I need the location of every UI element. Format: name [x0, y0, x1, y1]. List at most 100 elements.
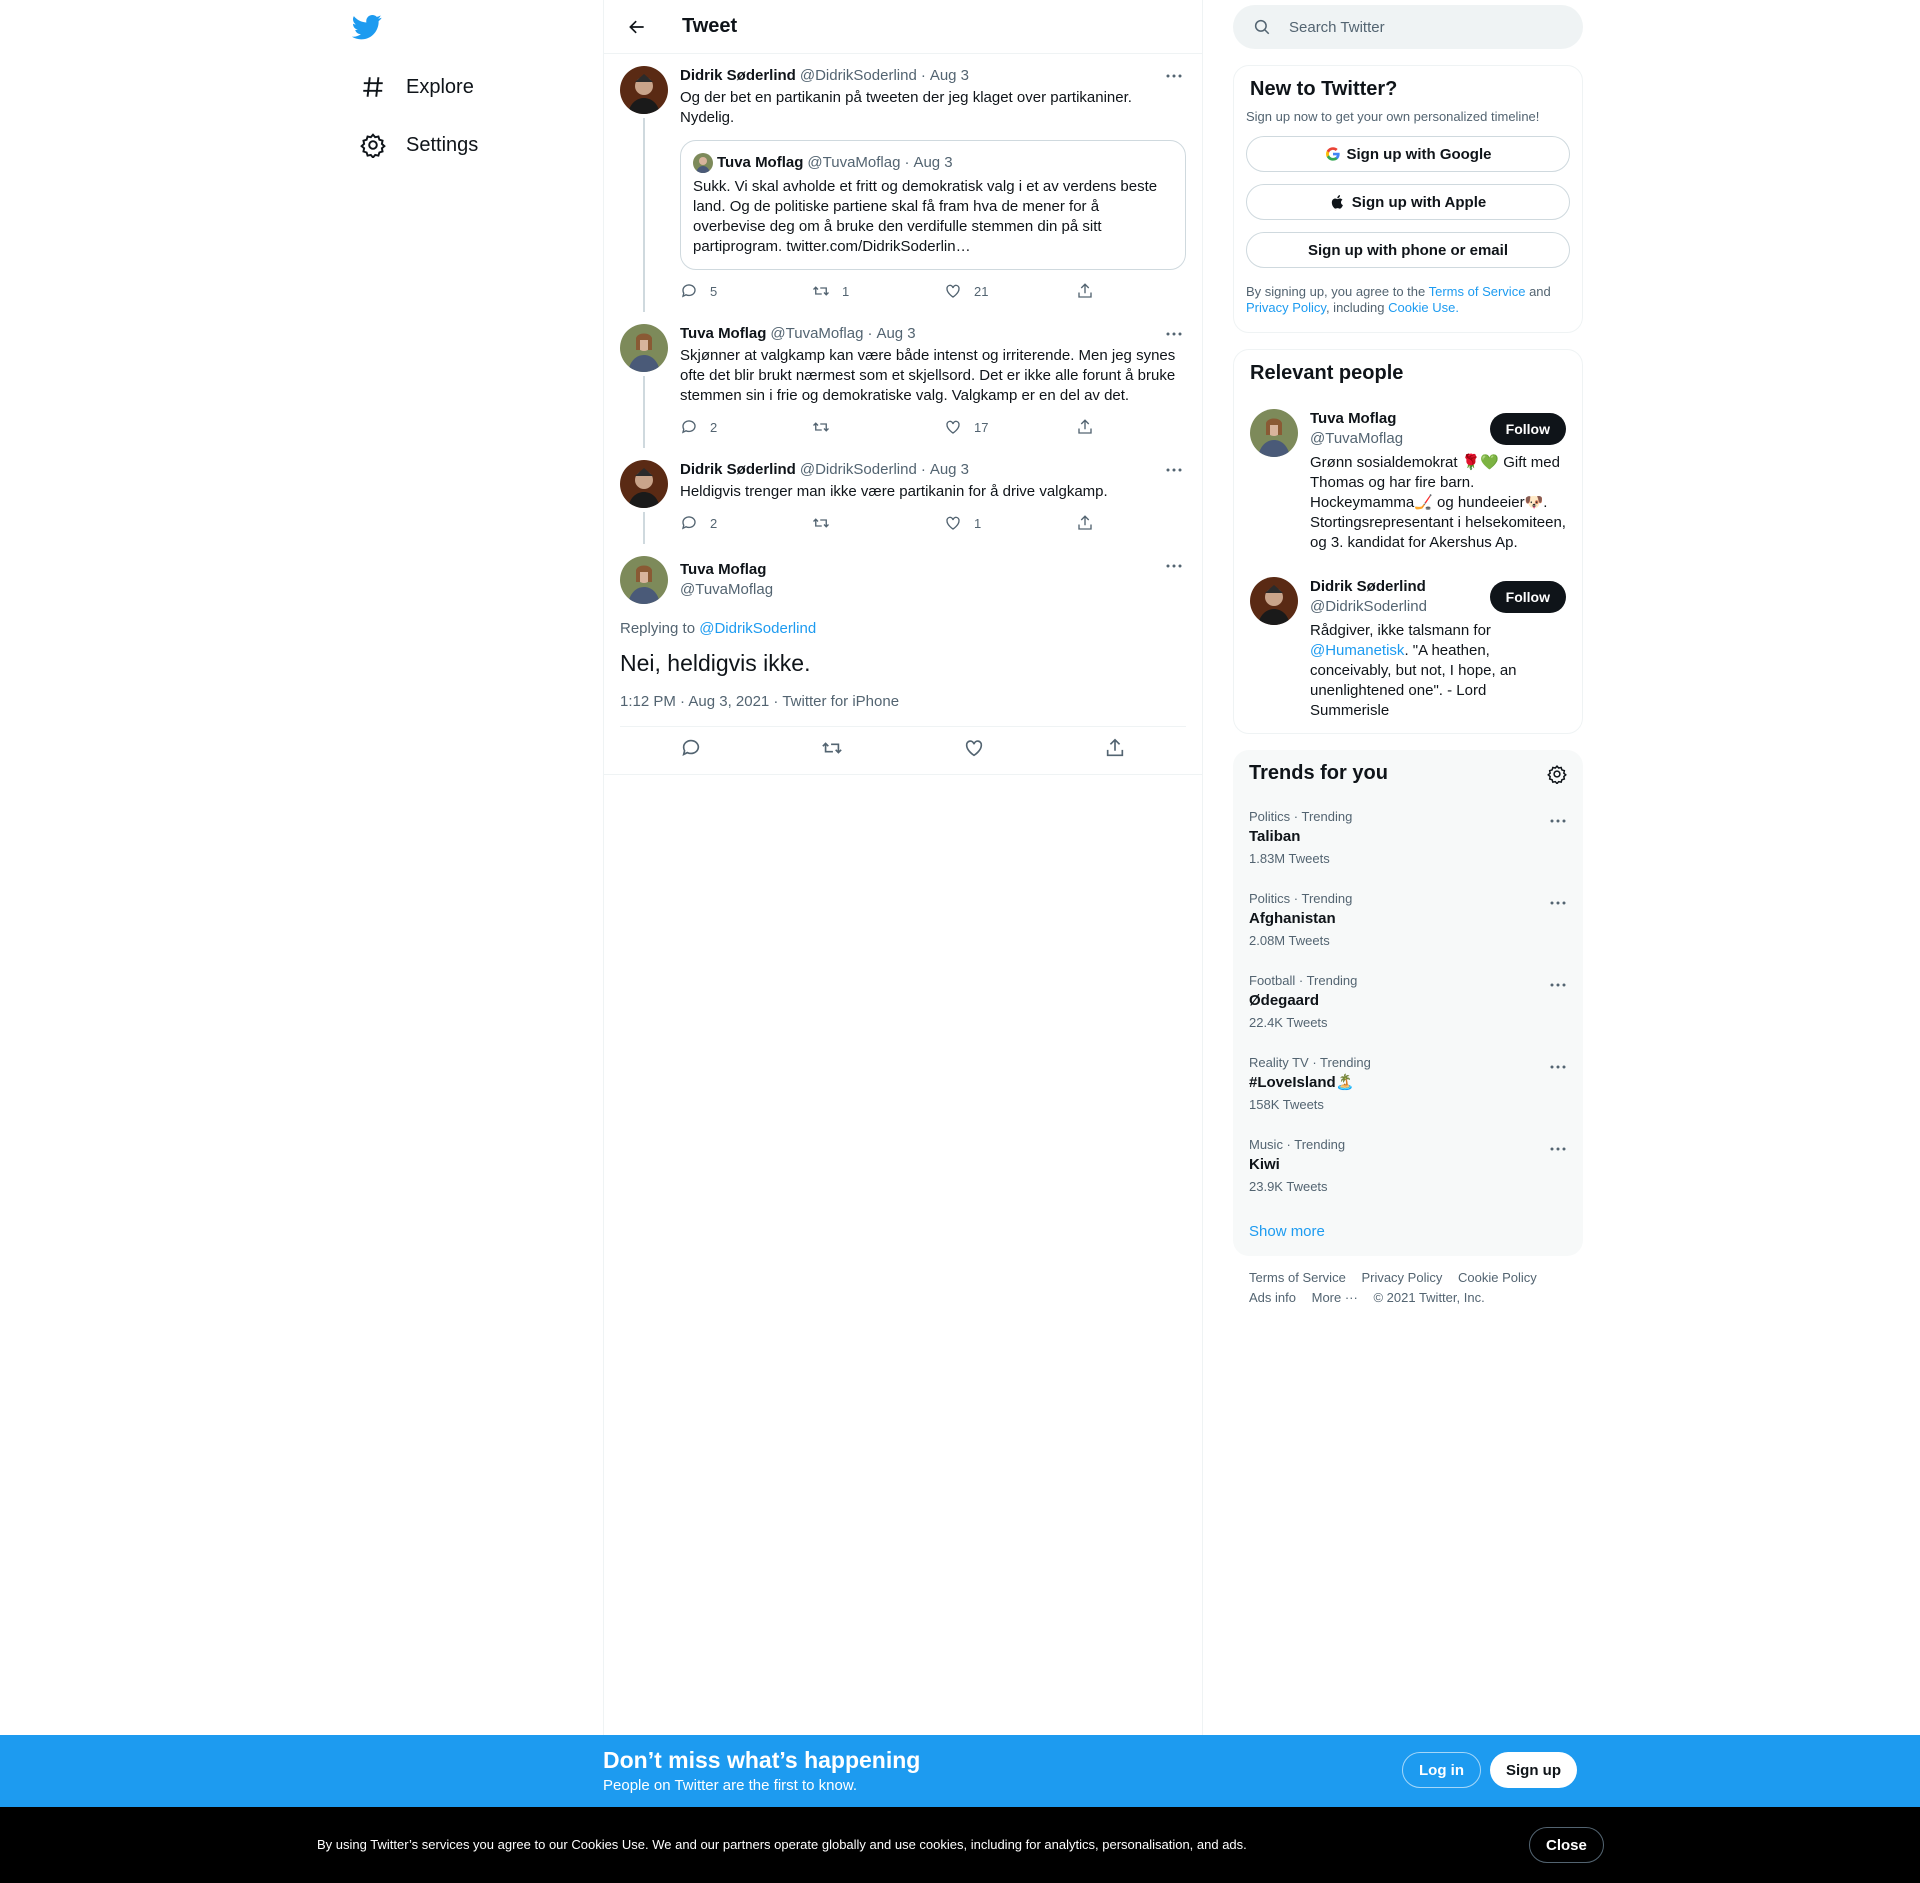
author-handle[interactable]: @DidrikSoderlind [800, 460, 917, 480]
author-handle[interactable]: @TuvaMoflag [680, 580, 773, 600]
footer-ads-link[interactable]: Ads info [1249, 1290, 1296, 1305]
back-button[interactable] [620, 10, 654, 44]
retweet-button[interactable] [812, 514, 944, 532]
like-button[interactable] [963, 737, 985, 764]
reply-button[interactable]: 2 [680, 514, 812, 532]
more-options-button[interactable] [1549, 893, 1567, 911]
cookie-link[interactable]: Cookie Use. [1388, 300, 1459, 315]
thread-tweet[interactable]: Didrik Søderlind @DidrikSoderlind · Aug … [604, 54, 1202, 312]
signup-subtitle: Sign up now to get your own personalized… [1246, 109, 1540, 124]
privacy-link[interactable]: Privacy Policy [1246, 300, 1326, 315]
signup-phone-button[interactable]: Sign up with phone or email [1246, 232, 1570, 268]
reply-icon [681, 420, 696, 434]
tweet-date[interactable]: Aug 3 [876, 324, 915, 344]
thread-tweet[interactable]: Didrik Søderlind @DidrikSoderlind · Aug … [604, 448, 1202, 544]
signup-google-button[interactable]: Sign up with Google [1246, 136, 1570, 172]
more-options-button[interactable] [1549, 975, 1567, 993]
thread-tweet[interactable]: Tuva Moflag @TuvaMoflag · Aug 3 Skjønner… [604, 312, 1202, 448]
tweet-date[interactable]: Aug 3 [930, 460, 969, 480]
nav-explore[interactable]: Explore [350, 62, 484, 112]
search-box[interactable] [1233, 5, 1583, 49]
terms-link[interactable]: Terms of Service [1429, 284, 1526, 299]
reply-icon [681, 516, 696, 530]
avatar[interactable] [620, 460, 668, 508]
share-button[interactable] [1076, 514, 1106, 532]
author-name[interactable]: Tuva Moflag [680, 324, 766, 344]
ellipsis-icon [1550, 1065, 1566, 1069]
follow-button[interactable]: Follow [1489, 581, 1566, 613]
relevant-people-card: Relevant people Tuva Moflag @TuvaMoflag … [1233, 349, 1583, 734]
replying-to-link[interactable]: @DidrikSoderlind [699, 620, 816, 637]
more-options-button[interactable] [1162, 556, 1186, 576]
reply-button[interactable]: 5 [680, 282, 812, 300]
login-button[interactable]: Log in [1402, 1752, 1481, 1788]
person-item[interactable]: Didrik Søderlind @DidrikSoderlind Rådgiv… [1234, 565, 1582, 733]
avatar[interactable] [620, 556, 668, 604]
separator-dot: · [904, 154, 910, 171]
avatar[interactable] [620, 324, 668, 372]
trend-item[interactable]: Music · Trending Kiwi 23.9K Tweets [1233, 1125, 1583, 1207]
share-button[interactable] [1104, 737, 1126, 764]
twitter-logo-icon[interactable] [351, 12, 382, 42]
avatar[interactable] [1250, 409, 1298, 457]
trend-item[interactable]: Football · Trending Ødegaard 22.4K Tweets [1233, 961, 1583, 1043]
signup-phone-label: Sign up with phone or email [1307, 241, 1508, 259]
replying-to: Replying to @DidrikSoderlind [620, 620, 1186, 637]
show-more-link[interactable]: Show more [1233, 1207, 1583, 1256]
author-name[interactable]: Didrik Søderlind [680, 460, 796, 480]
tweet-timestamp[interactable]: 1:12 PM · Aug 3, 2021 · Twitter for iPho… [620, 693, 1186, 727]
follow-button[interactable]: Follow [1489, 413, 1566, 445]
signup-button[interactable]: Sign up [1490, 1752, 1577, 1788]
share-button[interactable] [1076, 282, 1106, 300]
heart-icon [946, 284, 960, 298]
footer-privacy-link[interactable]: Privacy Policy [1361, 1270, 1442, 1285]
bio-mention-link[interactable]: @Humanetisk [1310, 642, 1404, 659]
footer-cookie-link[interactable]: Cookie Policy [1458, 1270, 1537, 1285]
terms-text: and [1529, 284, 1551, 299]
reply-button[interactable]: 2 [680, 418, 812, 436]
trend-item[interactable]: Politics · Trending Taliban 1.83M Tweets [1233, 797, 1583, 879]
more-options-button[interactable] [1162, 324, 1186, 344]
ellipsis-icon [1166, 74, 1182, 78]
footer-more-link[interactable]: More ··· [1312, 1290, 1358, 1305]
more-options-button[interactable] [1162, 66, 1186, 86]
signup-apple-button[interactable]: Sign up with Apple [1246, 184, 1570, 220]
tweet-date[interactable]: Aug 3 [930, 66, 969, 86]
more-options-button[interactable] [1549, 811, 1567, 829]
avatar[interactable] [620, 66, 668, 114]
trend-category: Politics · Trending [1249, 809, 1353, 824]
quoted-tweet[interactable]: Tuva Moflag @TuvaMoflag · Aug 3 Sukk. Vi… [680, 140, 1186, 270]
author-name[interactable]: Didrik Søderlind [680, 66, 796, 86]
like-button[interactable]: 1 [944, 514, 1076, 532]
author-name[interactable]: Tuva Moflag [680, 560, 773, 580]
retweet-button[interactable] [821, 737, 843, 764]
relevant-people-title: Relevant people [1250, 362, 1404, 384]
author-handle[interactable]: @DidrikSoderlind [800, 66, 917, 86]
share-icon [1107, 738, 1124, 757]
more-options-button[interactable] [1162, 460, 1186, 480]
trend-item[interactable]: Reality TV · Trending #LoveIsland🏝️ 158K T… [1233, 1043, 1583, 1125]
tweet-text: Og der bet en partikanin på tweeten der … [680, 89, 1132, 126]
avatar[interactable] [1250, 577, 1298, 625]
cookie-close-button[interactable]: Close [1529, 1827, 1604, 1863]
share-button[interactable] [1076, 418, 1106, 436]
nav-settings[interactable]: Settings [350, 120, 488, 170]
like-button[interactable]: 21 [944, 282, 1076, 300]
more-options-button[interactable] [1549, 1139, 1567, 1157]
footer-links: Terms of Service Privacy Policy Cookie P… [1233, 1256, 1583, 1320]
trend-name: Ødegaard [1249, 992, 1320, 1009]
author-handle[interactable]: @TuvaMoflag [770, 324, 863, 344]
nav-settings-label: Settings [406, 133, 479, 156]
ellipsis-icon [1550, 819, 1566, 823]
trend-item[interactable]: Politics · Trending Afghanistan 2.08M Twee… [1233, 879, 1583, 961]
more-options-button[interactable] [1549, 1057, 1567, 1075]
search-input[interactable] [1289, 18, 1539, 36]
gear-icon[interactable] [1547, 764, 1567, 784]
thread-connector [643, 118, 645, 312]
retweet-button[interactable]: 1 [812, 282, 944, 300]
footer-terms-link[interactable]: Terms of Service [1249, 1270, 1346, 1285]
person-item[interactable]: Tuva Moflag @TuvaMoflag Grønn sosialdemo… [1234, 397, 1582, 565]
reply-button[interactable] [680, 737, 702, 764]
like-button[interactable]: 17 [944, 418, 1076, 436]
retweet-button[interactable] [812, 418, 944, 436]
